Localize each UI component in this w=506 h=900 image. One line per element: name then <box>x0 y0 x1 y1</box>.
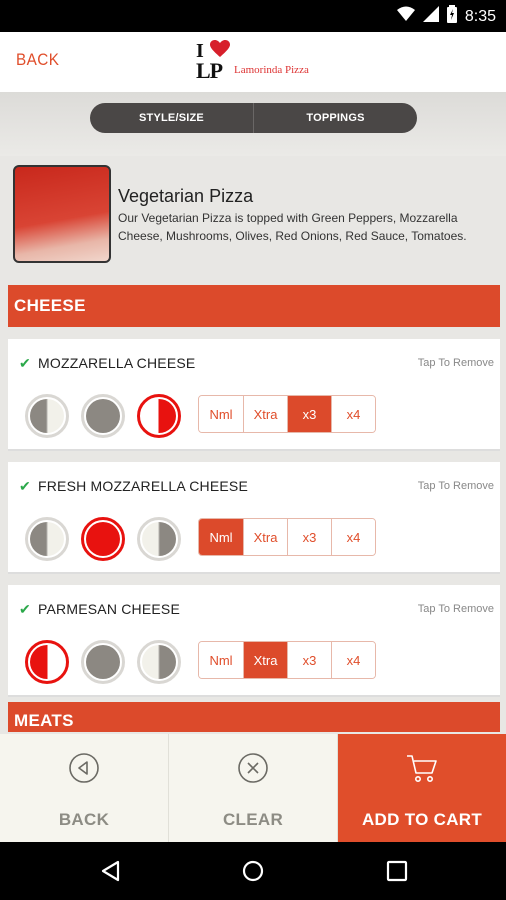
back-circle-icon <box>68 752 100 789</box>
status-bar: 8:35 <box>0 0 506 32</box>
tap-to-remove-link[interactable]: Tap To Remove <box>418 480 494 492</box>
add-to-cart-button[interactable]: ADD TO CART <box>337 734 506 842</box>
pizza-description: Our Vegetarian Pizza is topped with Gree… <box>118 211 467 243</box>
tabs-bar: STYLE/SIZE TOPPINGS <box>0 92 506 156</box>
pizza-title: Vegetarian Pizza <box>118 186 254 206</box>
amount-option-x4[interactable]: x4 <box>331 396 375 432</box>
coverage-left-half-icon[interactable] <box>25 517 69 561</box>
topping-name: FRESH MOZZARELLA CHEESE <box>38 478 248 494</box>
signal-icon <box>422 6 439 27</box>
tab-style-size[interactable]: STYLE/SIZE <box>90 103 253 133</box>
coverage-selector <box>25 394 181 438</box>
bottom-action-bar: BACK CLEAR ADD TO CART <box>0 734 506 842</box>
coverage-left-half-icon[interactable] <box>25 640 69 684</box>
logo-lp: LP <box>196 58 223 83</box>
segmented-tabs: STYLE/SIZE TOPPINGS <box>90 103 417 133</box>
coverage-selector <box>25 640 181 684</box>
clear-button[interactable]: CLEAR <box>168 734 337 842</box>
coverage-whole-icon[interactable] <box>81 394 125 438</box>
amount-option-xtra[interactable]: Xtra <box>243 519 287 555</box>
header-bar: BACK I LP Lamorinda Pizza <box>0 32 506 92</box>
clear-button-label: CLEAR <box>222 810 284 829</box>
amount-option-nml[interactable]: Nml <box>199 519 243 555</box>
add-to-cart-label: ADD TO CART <box>361 810 483 829</box>
coverage-right-half-icon[interactable] <box>137 517 181 561</box>
header-back-button[interactable]: BACK <box>16 50 59 70</box>
amount-option-x4[interactable]: x4 <box>331 519 375 555</box>
coverage-right-half-icon[interactable] <box>137 394 181 438</box>
coverage-selector <box>25 517 181 561</box>
amount-option-nml[interactable]: Nml <box>199 642 243 678</box>
amount-option-x4[interactable]: x4 <box>331 642 375 678</box>
amount-selector: Nml Xtra x3 x4 <box>198 518 376 556</box>
back-button[interactable]: BACK <box>0 734 168 842</box>
battery-icon <box>446 5 457 28</box>
pizza-image <box>13 165 111 263</box>
cart-icon <box>405 752 439 789</box>
system-nav-bar <box>0 842 506 900</box>
nav-back-icon[interactable] <box>100 860 122 887</box>
amount-option-xtra[interactable]: Xtra <box>243 396 287 432</box>
check-icon: ✔ <box>19 355 31 371</box>
logo-name: Lamorinda Pizza <box>234 64 309 76</box>
topping-item: ✔ PARMESAN CHEESE Tap To Remove Nml Xtra x3 x4 <box>8 585 500 697</box>
topping-item: ✔ FRESH MOZZARELLA CHEESE Tap To Remove Nml… <box>8 462 500 574</box>
topping-item: ✔ MOZZARELLA CHEESE Tap To Remove Nml Xtra x3… <box>8 339 500 451</box>
coverage-whole-icon[interactable] <box>81 517 125 561</box>
nav-recents-icon[interactable] <box>386 860 408 887</box>
wifi-icon <box>396 6 415 27</box>
tap-to-remove-link[interactable]: Tap To Remove <box>418 357 494 369</box>
section-header-cheese: CHEESE <box>8 285 500 327</box>
tab-toppings[interactable]: TOPPINGS <box>253 103 417 133</box>
amount-option-xtra[interactable]: Xtra <box>243 642 287 678</box>
pizza-summary: Vegetarian Pizza Our Vegetarian Pizza is… <box>0 160 506 270</box>
amount-selector: Nml Xtra x3 x4 <box>198 395 376 433</box>
back-button-label: BACK <box>58 810 110 829</box>
amount-option-x3[interactable]: x3 <box>287 396 331 432</box>
check-icon: ✔ <box>19 478 31 494</box>
topping-name: MOZZARELLA CHEESE <box>38 355 196 371</box>
nav-home-icon[interactable] <box>242 860 264 887</box>
clear-circle-icon <box>237 752 269 789</box>
amount-selector: Nml Xtra x3 x4 <box>198 641 376 679</box>
check-icon: ✔ <box>19 601 31 617</box>
coverage-whole-icon[interactable] <box>81 640 125 684</box>
amount-option-x3[interactable]: x3 <box>287 642 331 678</box>
status-time: 8:35 <box>464 7 496 25</box>
amount-option-x3[interactable]: x3 <box>287 519 331 555</box>
section-header-meats: MEATS <box>8 702 500 732</box>
coverage-left-half-icon[interactable] <box>25 394 69 438</box>
coverage-right-half-icon[interactable] <box>137 640 181 684</box>
topping-name: PARMESAN CHEESE <box>38 601 180 617</box>
tap-to-remove-link[interactable]: Tap To Remove <box>418 603 494 615</box>
amount-option-nml[interactable]: Nml <box>199 396 243 432</box>
